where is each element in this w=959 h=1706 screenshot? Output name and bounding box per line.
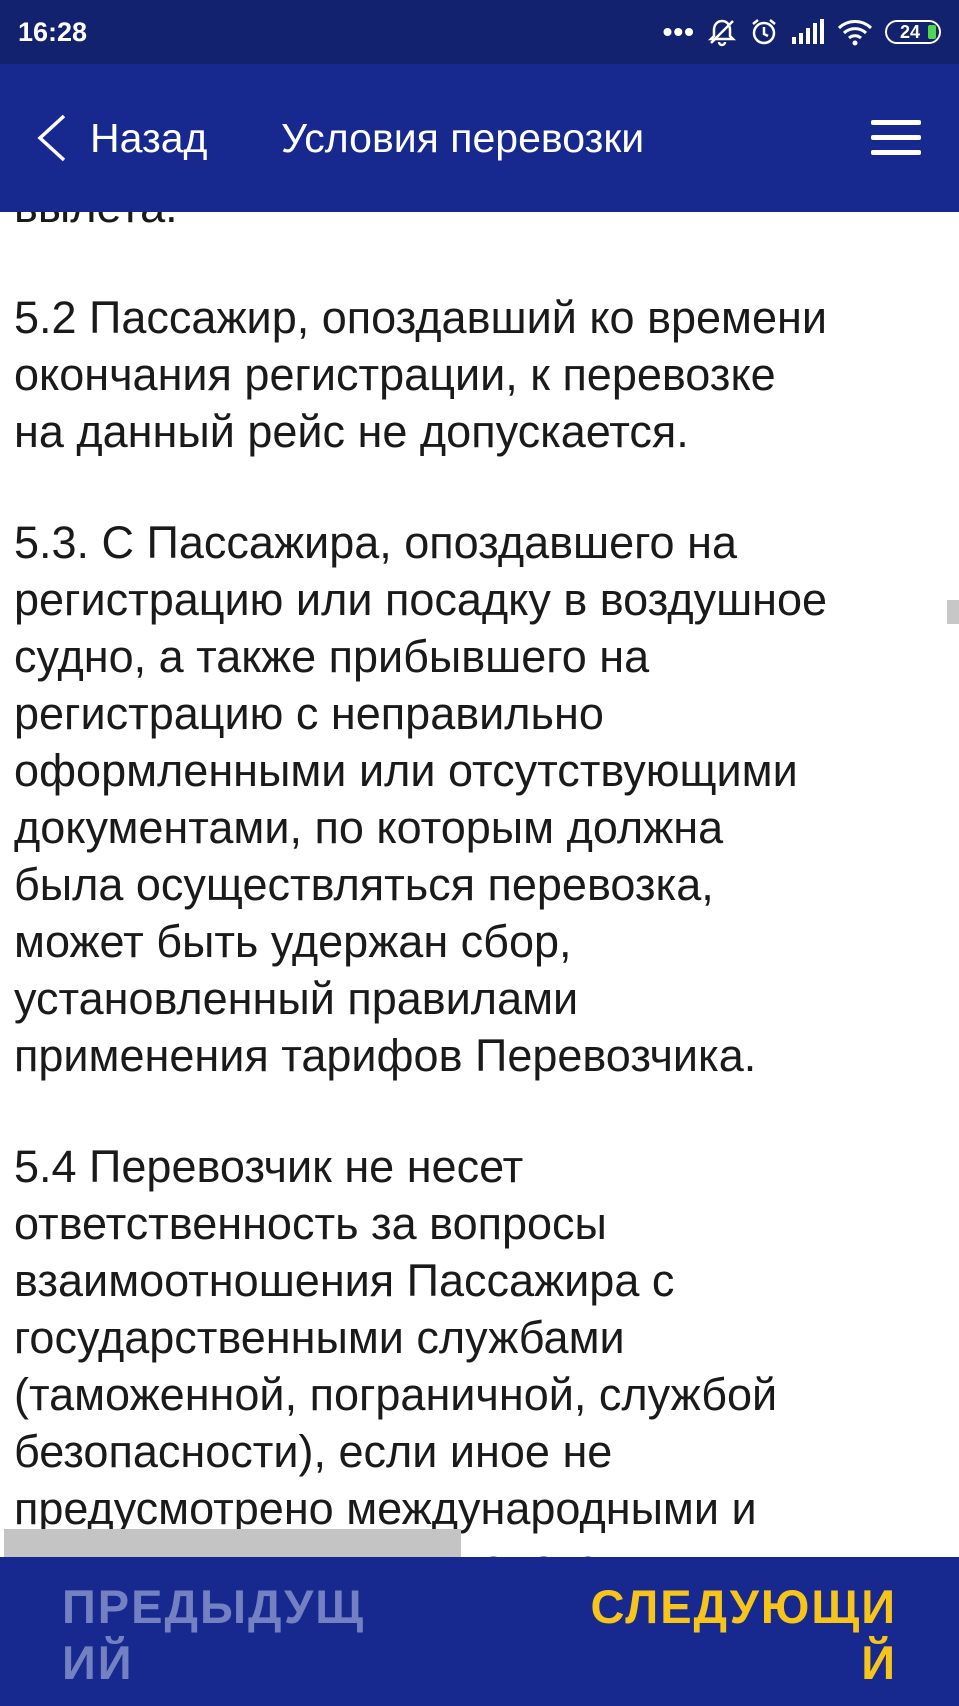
paragraph-5-4: 5.4 Перевозчик не несет ответственность … bbox=[14, 1141, 778, 1557]
bottom-navigation: ПРЕДЫДУЩ ИЙ СЛЕДУЮЩИ Й bbox=[0, 1557, 959, 1706]
next-button[interactable]: СЛЕДУЮЩИ Й bbox=[590, 1579, 897, 1691]
battery-level: 24 bbox=[899, 21, 921, 42]
terms-text: вылета. 5.2 Пассажир, опоздавший ко врем… bbox=[14, 212, 944, 1557]
status-icons: ••• 24 bbox=[663, 17, 941, 47]
back-label: Назад bbox=[90, 114, 208, 161]
chevron-left-icon bbox=[37, 114, 66, 162]
more-dots-icon: ••• bbox=[662, 16, 695, 47]
mute-bell-icon bbox=[707, 17, 737, 47]
paragraph-partial: вылета. bbox=[14, 212, 944, 235]
status-bar: 16:28 ••• 24 bbox=[0, 0, 959, 64]
paragraph-5-3: 5.3. С Пассажира, опоздавшего на регистр… bbox=[14, 517, 828, 1081]
page-title: Условия перевозки bbox=[281, 115, 645, 161]
alarm-icon bbox=[749, 17, 779, 47]
scrollbar[interactable] bbox=[947, 600, 959, 624]
signal-icon bbox=[791, 19, 825, 45]
status-time: 16:28 bbox=[18, 16, 88, 47]
menu-button[interactable] bbox=[871, 120, 921, 156]
terms-content[interactable]: вылета. 5.2 Пассажир, опоздавший ко врем… bbox=[0, 212, 959, 1557]
paragraph-5-2: 5.2 Пассажир, опоздавший ко времени окон… bbox=[14, 292, 827, 457]
back-button[interactable]: Назад bbox=[34, 106, 207, 170]
wifi-icon bbox=[837, 18, 873, 46]
hamburger-icon-line bbox=[871, 150, 921, 155]
battery-icon: 24 bbox=[885, 20, 941, 44]
previous-button[interactable]: ПРЕДЫДУЩ ИЙ bbox=[62, 1579, 365, 1691]
hamburger-icon-line bbox=[871, 120, 921, 125]
hamburger-icon-line bbox=[871, 135, 921, 140]
selection-highlight bbox=[4, 1529, 461, 1557]
app-bar: Назад Условия перевозки bbox=[0, 64, 959, 212]
